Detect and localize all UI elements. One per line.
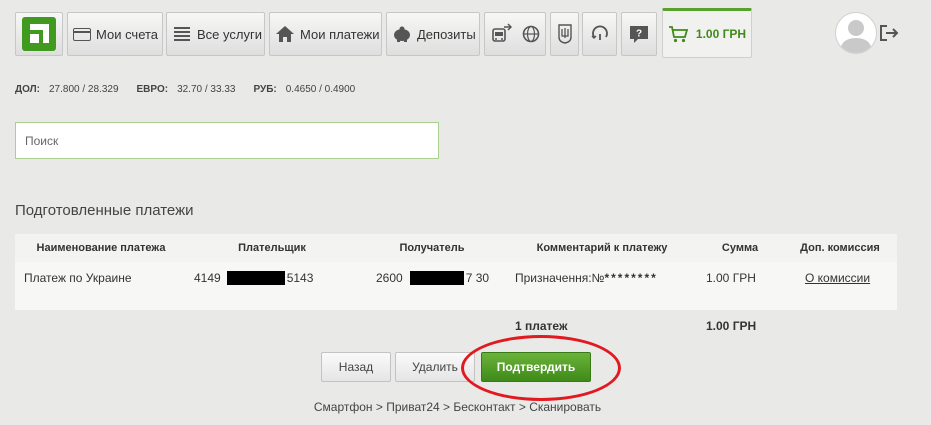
comment-text: Призначення:№ (515, 271, 605, 285)
globe-icon (522, 25, 540, 43)
search-input[interactable] (15, 122, 439, 159)
exit-icon (880, 25, 899, 41)
tab-my-accounts[interactable]: Мои счета (67, 12, 163, 56)
exchange-rates: ДОЛ: 27.800 / 28.329 ЕВРО: 32.70 / 33.33… (15, 84, 373, 95)
totals-sum: 1.00 ГРН (706, 319, 757, 333)
tab-label: Все услуги (197, 26, 262, 42)
cart-amount: 1.00 ГРН (695, 27, 747, 41)
list-icon (167, 27, 197, 41)
home-logo-tab[interactable] (15, 12, 63, 56)
payment-name: Платеж по Украине (24, 271, 132, 285)
tab-help[interactable]: ? (621, 12, 657, 56)
recipient-account-start: 2600 (376, 271, 403, 285)
payment-comment: Призначення:№ ******** (515, 254, 658, 302)
tab-label: Депозиты (417, 26, 476, 42)
tab-cart[interactable]: 1.00 ГРН (662, 8, 752, 58)
tab-phone-services[interactable] (582, 12, 617, 56)
avatar[interactable] (835, 12, 877, 54)
tab-deposits[interactable]: Депозиты (386, 12, 480, 56)
commission-link-label[interactable]: О комиссии (805, 271, 870, 285)
rate-label-eur: ЕВРО: (136, 84, 169, 95)
totals-count: 1 платеж (515, 319, 568, 333)
payer-card-start: 4149 (194, 271, 221, 285)
piggy-bank-icon (387, 26, 417, 42)
tab-state-services[interactable] (550, 12, 579, 56)
table-row[interactable]: Платеж по Украине 4149 5143 2600 7 30 Пр… (15, 262, 897, 310)
payment-sum: 1.00 ГРН (706, 271, 756, 285)
delete-button[interactable]: Удалить (395, 352, 475, 382)
help-icon: ? (629, 25, 649, 44)
comment-mask: ******** (604, 271, 658, 285)
dial-icon (590, 24, 610, 44)
trident-emblem-icon (557, 24, 572, 44)
privatbank-logo-icon (22, 17, 56, 51)
recipient-account: 2600 7 30 (376, 254, 489, 302)
payer-card: 4149 5143 (194, 254, 313, 302)
redacted-block (409, 271, 464, 285)
cart-icon (668, 25, 688, 43)
section-title: Подготовленные платежи (15, 202, 194, 219)
rate-label-usd: ДОЛ: (15, 84, 40, 95)
rate-label-rub: РУБ: (253, 84, 277, 95)
tab-transport-travel[interactable] (484, 12, 546, 56)
top-navigation: Мои счета Все услуги Мои платежи Депозит… (0, 0, 931, 70)
footer-path: Смартфон > Приват24 > Бесконтакт > Скани… (313, 400, 602, 414)
back-button[interactable]: Назад (321, 352, 391, 382)
tab-my-payments[interactable]: Мои платежи (269, 12, 382, 56)
rate-value-eur: 32.70 / 33.33 (177, 84, 236, 95)
redacted-block (226, 271, 285, 285)
confirm-button[interactable]: Подтвердить (481, 352, 591, 382)
commission-link[interactable]: О комиссии (805, 254, 870, 302)
tab-all-services[interactable]: Все услуги (166, 12, 265, 56)
tab-label: Мои счета (96, 26, 159, 42)
tab-label: Мои платежи (300, 26, 380, 42)
recipient-account-end: 7 30 (465, 271, 490, 285)
card-icon (68, 27, 96, 41)
rate-value-usd: 27.800 / 28.329 (49, 84, 119, 95)
avatar-icon (840, 20, 872, 53)
exit-button[interactable] (879, 24, 899, 42)
svg-text:?: ? (636, 28, 642, 39)
transport-icon (490, 23, 512, 45)
payer-card-end: 5143 (286, 271, 314, 285)
rate-value-rub: 0.4650 / 0.4900 (285, 84, 356, 95)
home-icon (270, 25, 300, 43)
